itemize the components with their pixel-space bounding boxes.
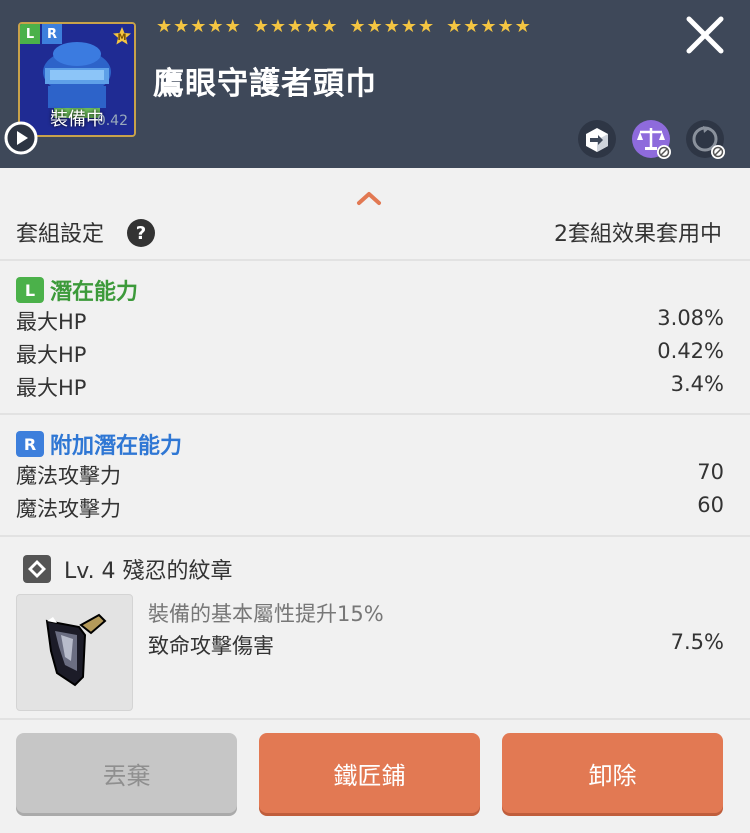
- stat-name: 致命攻擊傷害: [148, 634, 274, 658]
- additional-title: 附加潛在能力: [50, 434, 183, 459]
- item-thumbnail[interactable]: L R M 裝備中 0.42: [18, 22, 136, 137]
- transfer-box-icon[interactable]: [576, 118, 618, 160]
- star-icon: ★: [349, 16, 366, 37]
- stat-name: 最大HP: [16, 376, 87, 400]
- star-icon: ★: [480, 16, 497, 37]
- star-force-stars: ★ ★ ★ ★ ★ ★ ★ ★ ★ ★ ★ ★ ★ ★ ★ ★ ★ ★ ★ ★: [156, 18, 531, 36]
- stat-name: 最大HP: [16, 310, 87, 334]
- additional-stat-row: 魔法攻擊力 70: [16, 460, 724, 490]
- unequip-button[interactable]: 卸除: [502, 733, 723, 813]
- close-icon[interactable]: [684, 14, 726, 56]
- star-icon: ★: [156, 16, 173, 37]
- scale-icon[interactable]: [630, 118, 672, 160]
- emblem-header: Lv. 4 殘忍的紋章: [22, 553, 233, 585]
- reset-cube-icon[interactable]: [684, 118, 726, 160]
- stat-value: 3.08%: [657, 306, 724, 330]
- additional-r-tag: R: [16, 431, 44, 457]
- stat-value: 0.42%: [657, 339, 724, 363]
- potential-l-badge: L: [20, 24, 40, 44]
- divider: [0, 535, 750, 537]
- emblem-icon: [45, 613, 107, 687]
- star-icon: ★: [286, 16, 304, 37]
- potential-section-title: L 潛在能力: [16, 274, 138, 306]
- stat-value: 3.4%: [670, 372, 724, 396]
- star-icon: ★: [321, 16, 338, 37]
- star-group: ★ ★ ★ ★ ★: [349, 18, 434, 36]
- emblem-description: 裝備的基本屬性提升15%: [148, 602, 384, 626]
- emblem-diamond-icon: [23, 555, 51, 583]
- divider: [0, 413, 750, 415]
- play-icon[interactable]: [4, 121, 38, 155]
- star-icon: ★: [417, 16, 435, 37]
- star-icon: ★: [446, 16, 463, 37]
- emblem-title: Lv. 4 殘忍的紋章: [64, 559, 233, 584]
- potential-stat-row: 最大HP 0.42%: [16, 339, 724, 369]
- potential-title: 潛在能力: [50, 280, 139, 305]
- m-star-icon: M: [113, 27, 131, 45]
- star-icon: ★: [304, 16, 321, 37]
- star-icon: ★: [173, 16, 190, 37]
- potential-l-tag: L: [16, 277, 44, 303]
- star-icon: ★: [400, 16, 417, 37]
- star-icon: ★: [224, 16, 241, 37]
- potential-r-badge: R: [42, 24, 62, 44]
- help-icon[interactable]: ?: [126, 218, 156, 248]
- blacksmith-button[interactable]: 鐵匠鋪: [259, 733, 480, 813]
- star-group: ★ ★ ★ ★ ★: [156, 18, 241, 36]
- emblem-stat-row: 致命攻擊傷害 7.5%: [148, 630, 724, 660]
- stat-value: 70: [697, 460, 724, 484]
- star-icon: ★: [366, 16, 383, 37]
- additional-stat-row: 魔法攻擊力 60: [16, 493, 724, 523]
- item-header: L R M 裝備中 0.42 ★ ★ ★ ★ ★ ★ ★ ★ ★ ★ ★ ★ ★ ★ ★ ★ ★ ★ ★ ★ 鷹眼守護…: [0, 0, 750, 168]
- set-settings-label: 套組設定: [16, 222, 105, 247]
- star-icon: ★: [252, 16, 269, 37]
- emblem-image[interactable]: [16, 594, 133, 711]
- star-icon: ★: [383, 16, 400, 37]
- star-icon: ★: [207, 16, 224, 37]
- svg-text:?: ?: [136, 223, 146, 244]
- star-icon: ★: [514, 16, 531, 37]
- stat-name: 魔法攻擊力: [16, 464, 121, 488]
- thumbnail-number: 0.42: [96, 113, 128, 129]
- set-status-text: 2套組效果套用中: [554, 222, 722, 247]
- star-icon: ★: [190, 16, 207, 37]
- m-badge-text: M: [118, 33, 127, 43]
- star-group: ★ ★ ★ ★ ★: [446, 18, 531, 36]
- item-name: 鷹眼守護者頭巾: [153, 66, 377, 102]
- divider: [0, 718, 750, 720]
- stat-value: 7.5%: [670, 630, 724, 654]
- potential-stat-row: 最大HP 3.4%: [16, 372, 724, 402]
- star-icon: ★: [269, 16, 286, 37]
- chevron-up-icon[interactable]: [356, 190, 382, 206]
- star-group: ★ ★ ★ ★ ★: [253, 18, 338, 36]
- divider: [0, 259, 750, 261]
- stat-value: 60: [697, 493, 724, 517]
- additional-potential-section-title: R 附加潛在能力: [16, 428, 182, 460]
- star-icon: ★: [463, 16, 480, 37]
- potential-stat-row: 最大HP 3.08%: [16, 306, 724, 336]
- discard-button[interactable]: 丟棄: [16, 733, 237, 813]
- star-icon: ★: [497, 16, 514, 37]
- stat-name: 魔法攻擊力: [16, 497, 121, 521]
- stat-name: 最大HP: [16, 343, 87, 367]
